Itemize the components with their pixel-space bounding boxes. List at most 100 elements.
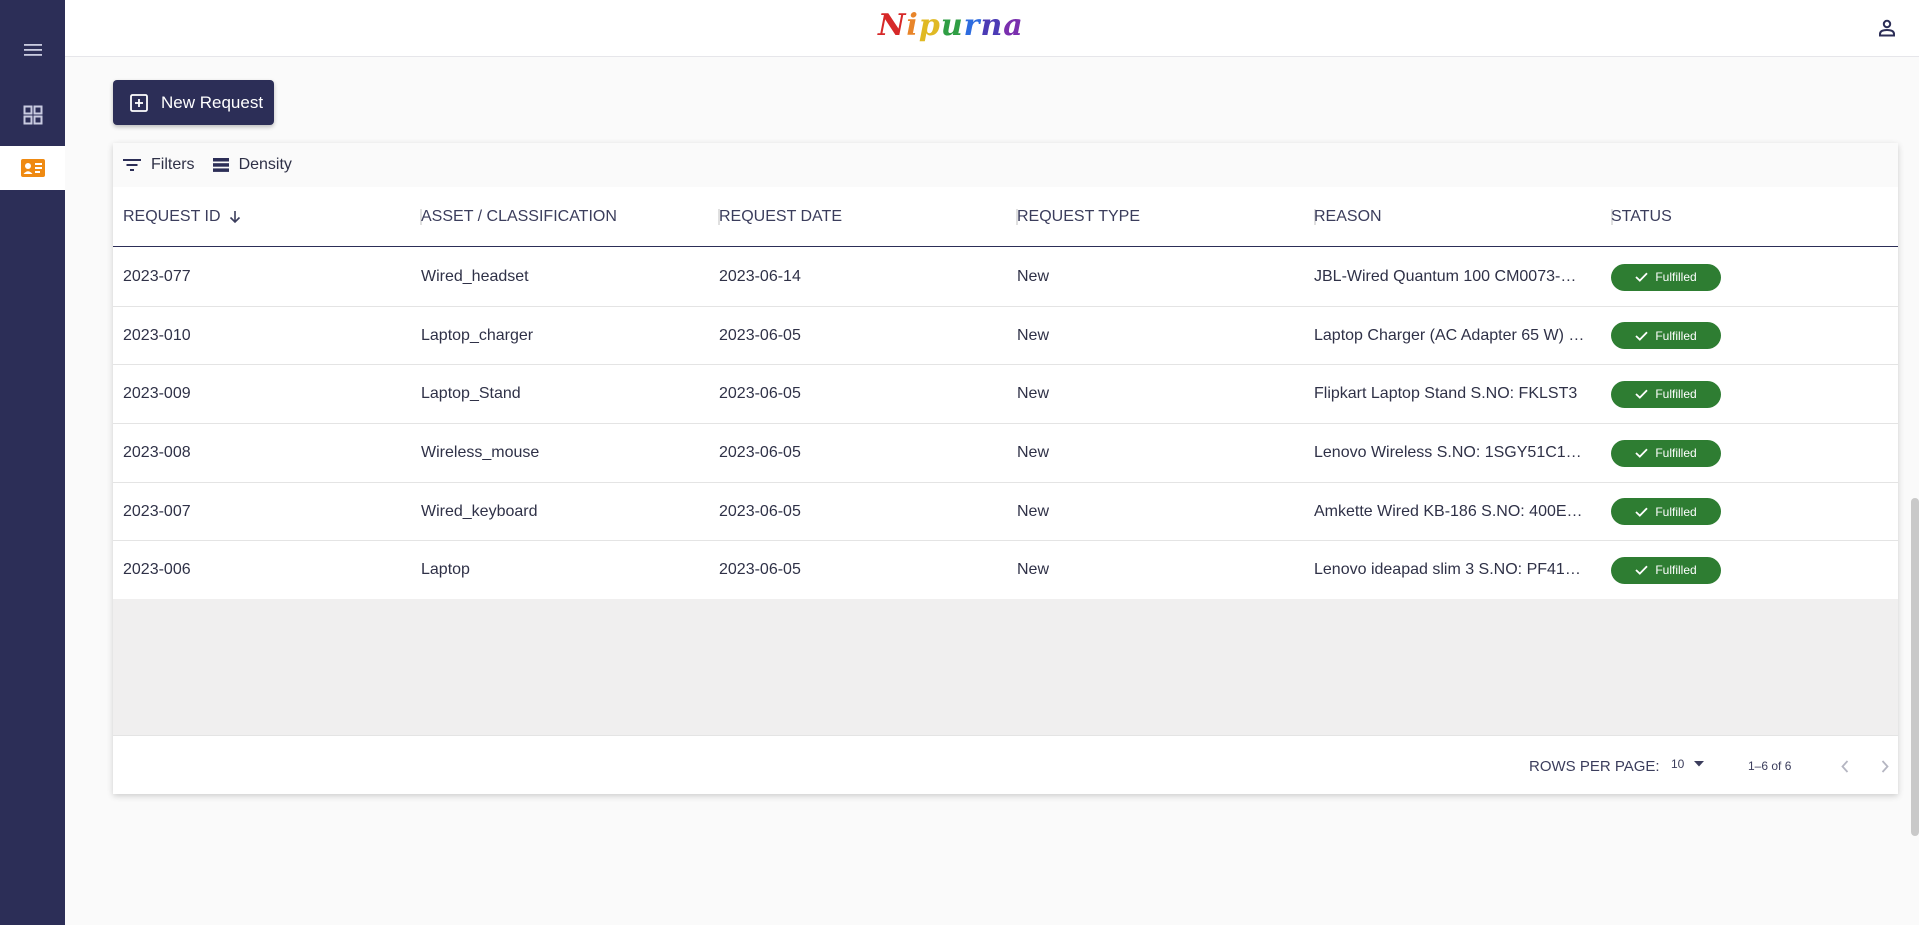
- sort-descending-icon[interactable]: [229, 210, 241, 224]
- dropdown-arrow-icon: [1694, 761, 1705, 767]
- sidebar-item-requests[interactable]: [0, 146, 65, 190]
- status-label: Fulfilled: [1655, 504, 1697, 519]
- grid-footer: ROWS PER PAGE: 10 1–6 of 6: [113, 737, 1898, 794]
- request-id-cell: 2023-007: [123, 502, 191, 520]
- table-row[interactable]: 2023-077 Wired_headset 2023-06-14 New JBL-Wi…: [113, 248, 1898, 307]
- logo-letter: N: [878, 8, 907, 43]
- reason-cell: Lenovo Wireless S.NO: 1SGY51C1238...: [1314, 444, 1586, 462]
- table-row[interactable]: 2023-010 Laptop_charger 2023-06-05 New Lapto…: [113, 307, 1898, 366]
- sidebar-item-dashboard[interactable]: [0, 93, 65, 137]
- column-header-asset[interactable]: ASSET / CLASSIFICATION: [421, 187, 720, 247]
- request-type-cell: New: [1017, 326, 1050, 344]
- user-icon: [1879, 19, 1895, 37]
- status-cell: Fulfilled: [1611, 365, 1721, 423]
- table-body: 2023-077 Wired_headset 2023-06-14 New JBL-Wi…: [113, 248, 1898, 601]
- filters-label: Filters: [151, 156, 195, 173]
- check-icon: [1635, 389, 1648, 400]
- status-label: Fulfilled: [1655, 387, 1697, 402]
- status-badge: Fulfilled: [1611, 439, 1721, 467]
- density-label: Density: [238, 156, 292, 173]
- check-icon: [1635, 566, 1648, 576]
- logo-letter: p: [918, 8, 941, 43]
- top-bar: Nipurna: [65, 0, 1919, 57]
- next-page-button[interactable]: [1872, 753, 1898, 779]
- new-request-label: New Request: [161, 92, 264, 112]
- status-label: Fulfilled: [1655, 563, 1697, 578]
- page-scrollbar[interactable]: [1911, 498, 1919, 836]
- density-button[interactable]: Density: [212, 156, 292, 174]
- filter-icon: [123, 159, 141, 171]
- previous-page-button[interactable]: [1832, 753, 1858, 779]
- table-row[interactable]: 2023-008 Wireless_mouse 2023-06-05 New Lenov…: [113, 424, 1898, 483]
- grid-toolbar: Filters Density: [113, 143, 1898, 187]
- status-cell: Fulfilled: [1611, 248, 1721, 306]
- hamburger-menu-icon: [23, 44, 42, 56]
- table-row[interactable]: 2023-006 Laptop 2023-06-05 New Lenovo ideapa…: [113, 541, 1898, 601]
- logo-letter: u: [940, 8, 964, 43]
- column-header-status[interactable]: STATUS: [1611, 187, 1891, 247]
- check-icon: [1635, 448, 1648, 458]
- request-type-cell: New: [1017, 444, 1050, 462]
- filters-button[interactable]: Filters: [123, 156, 195, 174]
- request-date-cell: 2023-06-05: [719, 502, 801, 520]
- user-account-button[interactable]: [1873, 14, 1901, 42]
- check-icon: [1635, 272, 1648, 282]
- column-header-reason[interactable]: REASON: [1314, 187, 1613, 247]
- status-cell: Fulfilled: [1611, 541, 1721, 599]
- reason-cell: JBL-Wired Quantum 100 CM0073-DL...: [1314, 268, 1586, 285]
- request-id-cell: 2023-009: [123, 385, 191, 403]
- sidebar: [0, 0, 65, 925]
- asset-cell: Wired_headset: [421, 268, 529, 285]
- table-header: REQUEST ID ASSET / CLASSIFICATION REQUES…: [113, 187, 1898, 247]
- request-type-cell: New: [1017, 268, 1050, 285]
- empty-grid-area: [113, 599, 1898, 736]
- logo-letter: r: [963, 8, 981, 43]
- menu-button[interactable]: [0, 28, 65, 72]
- request-id-cell: 2023-077: [123, 268, 191, 285]
- status-badge: Fulfilled: [1611, 263, 1721, 291]
- reason-cell: Laptop Charger (AC Adapter 65 W) S....: [1314, 326, 1586, 344]
- requests-grid: Filters Density REQUEST ID ASSET / CLASS…: [113, 143, 1898, 794]
- status-badge: Fulfilled: [1611, 498, 1721, 526]
- logo-letter: a: [1003, 8, 1024, 43]
- status-label: Fulfilled: [1655, 446, 1697, 461]
- request-type-cell: New: [1017, 385, 1050, 403]
- request-date-cell: 2023-06-05: [719, 385, 801, 403]
- status-cell: Fulfilled: [1611, 483, 1721, 541]
- status-badge: Fulfilled: [1611, 556, 1721, 584]
- status-cell: Fulfilled: [1611, 424, 1721, 482]
- status-badge: Fulfilled: [1611, 380, 1721, 408]
- table-row[interactable]: 2023-007 Wired_keyboard 2023-06-05 New Amket…: [113, 483, 1898, 542]
- request-date-cell: 2023-06-05: [719, 444, 801, 462]
- density-icon: [212, 158, 229, 172]
- check-icon: [1635, 331, 1648, 341]
- chevron-left-icon: [1841, 759, 1849, 773]
- asset-cell: Wireless_mouse: [421, 444, 540, 462]
- column-header-request-type[interactable]: REQUEST TYPE: [1017, 187, 1316, 247]
- request-id-cell: 2023-008: [123, 444, 191, 462]
- reason-cell: Amkette Wired KB-186 S.NO: 400EK0...: [1314, 502, 1586, 520]
- request-type-cell: New: [1017, 502, 1050, 520]
- table-row[interactable]: 2023-009 Laptop_Stand 2023-06-05 New Flipkar…: [113, 365, 1898, 425]
- request-id-cell: 2023-010: [123, 326, 191, 344]
- request-date-cell: 2023-06-14: [719, 268, 801, 285]
- status-label: Fulfilled: [1655, 270, 1697, 284]
- logo-letter: n: [980, 8, 1004, 43]
- rows-per-page-label: ROWS PER PAGE:: [1529, 758, 1660, 775]
- rows-per-page-select[interactable]: 10: [1671, 757, 1705, 771]
- asset-cell: Laptop_charger: [421, 326, 534, 344]
- status-badge: Fulfilled: [1611, 322, 1721, 350]
- asset-cell: Laptop_Stand: [421, 385, 521, 403]
- new-request-button[interactable]: New Request: [113, 80, 274, 125]
- grid-dashboard-icon: [23, 105, 42, 125]
- column-header-request-id[interactable]: REQUEST ID: [123, 187, 422, 247]
- reason-cell: Flipkart Laptop Stand S.NO: FKLST3: [1314, 385, 1578, 403]
- request-date-cell: 2023-06-05: [719, 326, 801, 344]
- column-header-request-date[interactable]: REQUEST DATE: [719, 187, 1018, 247]
- asset-cell: Wired_keyboard: [421, 502, 538, 520]
- status-cell: Fulfilled: [1611, 307, 1721, 365]
- app-logo[interactable]: Nipurna: [878, 6, 1024, 46]
- rows-per-page-value: 10: [1671, 757, 1685, 771]
- logo-letter: i: [906, 8, 919, 43]
- pagination-range: 1–6 of 6: [1748, 759, 1792, 773]
